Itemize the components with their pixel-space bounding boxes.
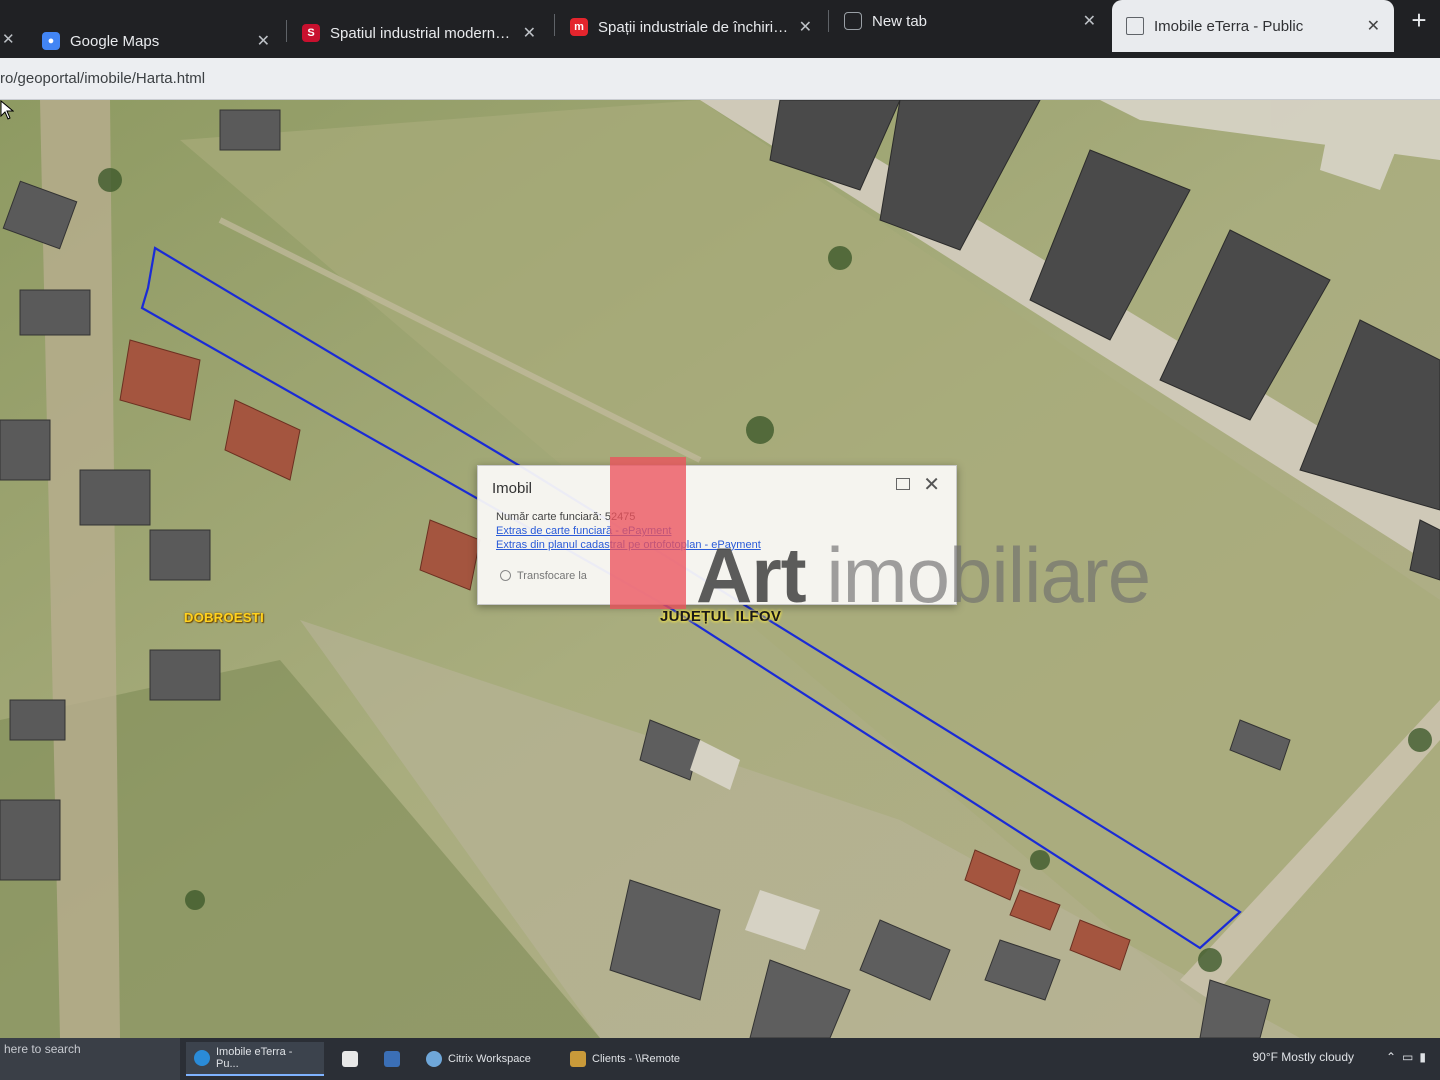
taskbar-item-clients[interactable]: Clients - \\Remote [562,1042,688,1076]
popup-title: Imobil [492,480,533,497]
edge-icon [194,1050,210,1066]
new-tab-icon [844,12,862,30]
locality-label: DOBROESTI [184,610,264,625]
taskbar: here to search Imobile eTerra - Pu... Ci… [0,1038,1440,1080]
taskbar-item-calculator[interactable] [376,1042,414,1076]
cadastral-label: Număr carte funciară: [496,511,602,523]
weather-widget[interactable]: 90°F Mostly cloudy [1252,1050,1354,1064]
file-icon [342,1051,358,1067]
calculator-icon [384,1051,400,1067]
close-icon[interactable]: ✕ [2,30,15,48]
imobiliare-icon: m [570,18,588,36]
maximize-icon[interactable] [896,478,910,490]
new-tab-button[interactable]: + [1404,6,1434,36]
tab-divider [554,14,555,36]
tab-label: Google Maps [70,32,160,50]
taskbar-item-edge[interactable]: Imobile eTerra - Pu... [186,1042,324,1076]
tab-divider [828,10,829,32]
address-bar[interactable]: ro/geoportal/imobile/Harta.html [0,58,1440,100]
citrix-icon [426,1051,442,1067]
tab-close-icon[interactable]: ✕ [799,17,812,37]
tab-spatiul-industrial[interactable]: S Spatiul industrial modern Stefan ✕ [288,12,550,54]
chevron-up-icon[interactable]: ⌃ [1386,1050,1402,1064]
watermark-brand-light: imobiliare [826,531,1151,619]
tab-google-maps[interactable]: ● Google Maps ✕ [28,20,284,62]
tab-label: Spatiul industrial modern Stefan [330,24,513,42]
close-icon[interactable]: ✕ [923,472,940,497]
storia-icon: S [302,24,320,42]
tab-new-tab[interactable]: New tab ✕ [830,0,1110,42]
magnifier-icon [500,570,511,581]
tab-close-icon[interactable]: ✕ [1367,16,1380,36]
taskbar-item-file[interactable] [334,1042,372,1076]
browser-tab-strip: ✕ ● Google Maps ✕ S Spatiul industrial m… [0,0,1440,58]
taskbar-item-label: Clients - \\Remote [592,1053,681,1065]
taskbar-item-citrix[interactable]: Citrix Workspace [418,1042,539,1076]
watermark-brand-bold: Art [696,531,807,619]
taskbar-item-label: Imobile eTerra - Pu... [216,1046,293,1070]
system-tray[interactable]: ⌃▭▮ [1386,1050,1432,1064]
tab-close-icon[interactable]: ✕ [523,23,536,43]
tab-label: Spații industriale de închiriat în B [598,18,789,36]
zoom-to-label: Transfocare la [517,570,587,582]
watermark-logo-block [610,457,686,609]
watermark-text: Art imobiliare [696,530,1151,621]
tab-label: Imobile eTerra - Public [1154,17,1304,35]
document-icon [1126,17,1144,35]
taskbar-item-label: Citrix Workspace [448,1053,531,1065]
map-viewport[interactable]: DOBROESTI JUDEȚUL ILFOV Imobil ✕ Număr c… [0,100,1440,1038]
folder-icon [570,1051,586,1067]
tab-spatii-industriale[interactable]: m Spații industriale de închiriat în B ✕ [556,6,826,48]
tab-close-icon[interactable]: ✕ [1083,11,1096,31]
tab-close-icon[interactable]: ✕ [257,31,270,51]
battery-icon[interactable]: ▮ [1419,1050,1432,1064]
mouse-cursor-icon [0,100,14,120]
tab-imobile-eterra[interactable]: Imobile eTerra - Public ✕ [1112,0,1394,52]
zoom-to-button[interactable]: Transfocare la [500,570,587,582]
taskbar-search[interactable]: here to search [0,1038,180,1080]
tab-divider [286,20,287,42]
tab-label: New tab [872,12,928,30]
network-icon[interactable]: ▭ [1402,1050,1419,1064]
url-text[interactable]: ro/geoportal/imobile/Harta.html [0,70,205,87]
google-maps-icon: ● [42,32,60,50]
